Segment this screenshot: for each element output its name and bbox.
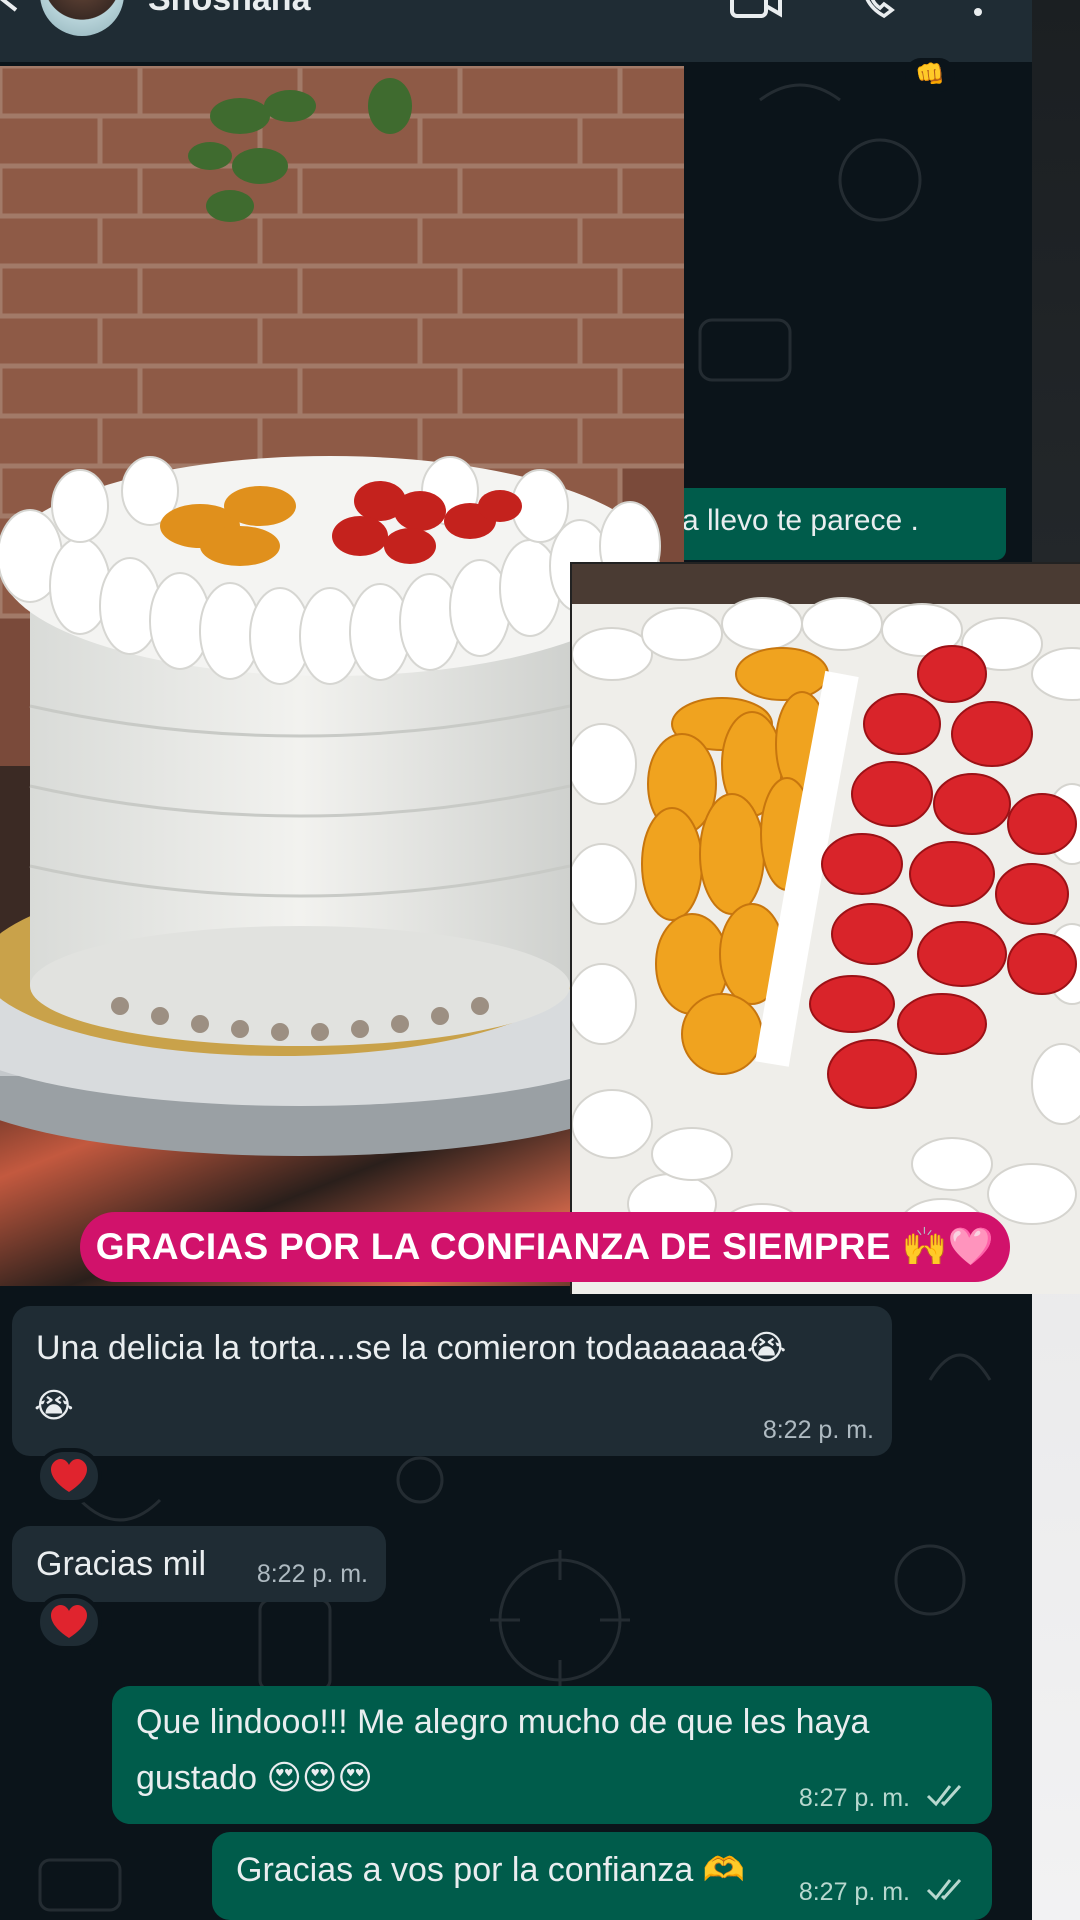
message-text: Gracias a vos por la confianza 🫶	[236, 1851, 746, 1889]
message-text: Gracias mil	[36, 1545, 207, 1583]
cake-photo-top-view[interactable]	[570, 562, 1080, 1294]
message-text-line2: 😭	[34, 1387, 74, 1425]
avatar[interactable]	[40, 0, 124, 36]
reaction-badge: 👊	[905, 58, 955, 92]
red-heart-icon	[50, 1458, 88, 1492]
message-text-line1: Que lindooo!!! Me alegro mucho de que le…	[136, 1703, 870, 1741]
message-text-partial: a llevo te parece .	[682, 504, 919, 537]
incoming-message-bubble[interactable]: Gracias mil 8:22 p. m.	[12, 1526, 386, 1602]
outgoing-message-bubble[interactable]: Que lindooo!!! Me alegro mucho de que le…	[112, 1686, 992, 1824]
chat-header: Shoshana	[0, 0, 1032, 62]
outgoing-message-bubble[interactable]: Gracias a vos por la confianza 🫶 8:27 p.…	[212, 1832, 992, 1920]
phone-call-icon[interactable]	[860, 0, 904, 20]
message-timestamp: 8:22 p. m.	[256, 1560, 368, 1588]
message-reaction[interactable]	[36, 1594, 102, 1650]
read-receipt-icon	[926, 1879, 962, 1901]
red-heart-icon	[50, 1604, 88, 1638]
message-text-line1: Una delicia la torta....se la comieron t…	[36, 1329, 787, 1367]
fist-bump-emoji: 👊	[915, 61, 945, 88]
read-receipt-icon	[926, 1785, 962, 1807]
cake-top-image	[572, 564, 1080, 1294]
message-timestamp: 8:22 p. m.	[762, 1416, 874, 1444]
message-timestamp: 8:27 p. m.	[798, 1878, 910, 1906]
back-arrow-icon[interactable]	[0, 0, 24, 14]
message-timestamp: 8:27 p. m.	[798, 1784, 910, 1812]
media-caption: GRACIAS POR LA CONFIANZA DE SIEMPRE 🙌🩷	[80, 1212, 1010, 1282]
message-text-line2: gustado 😍😍😍	[136, 1759, 373, 1797]
video-call-icon[interactable]	[730, 0, 782, 20]
contact-name[interactable]: Shoshana	[148, 0, 310, 19]
more-vert-icon[interactable]	[970, 0, 986, 18]
incoming-message-bubble[interactable]: Una delicia la torta....se la comieron t…	[12, 1306, 892, 1456]
message-reaction[interactable]	[36, 1448, 102, 1504]
